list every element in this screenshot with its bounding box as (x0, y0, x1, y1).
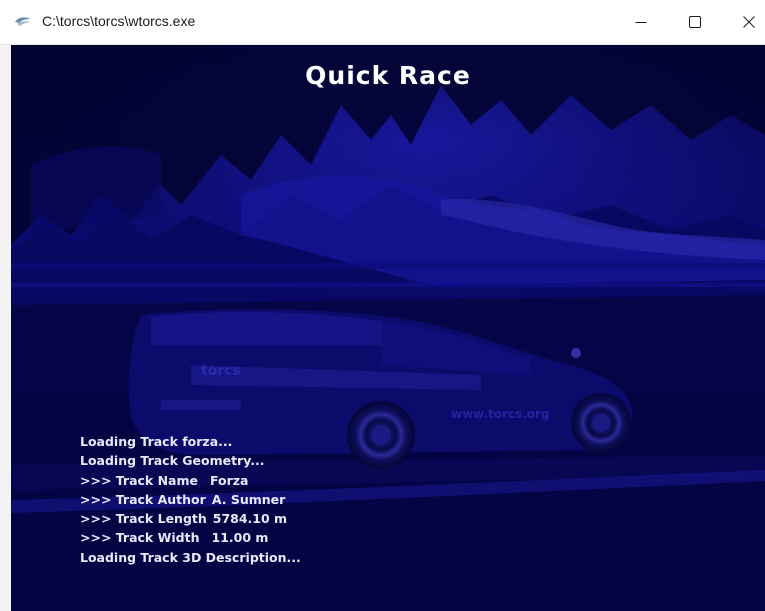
log-label: >>> Track Name (80, 472, 198, 488)
log-line-track-name: >>> Track Name Forza (80, 471, 301, 490)
track-author-value: A. Sumner (211, 491, 286, 507)
track-length-value: 5784.10 m (212, 511, 288, 527)
close-button[interactable] (726, 0, 765, 44)
game-viewport[interactable]: torcs www.torcs.org Quick Race Loading T… (11, 45, 765, 611)
minimize-button[interactable] (618, 0, 664, 44)
log-label: >>> Track Width (80, 530, 200, 546)
log-text: Loading Track forza... (80, 434, 233, 449)
app-window: C:\torcs\torcs\wtorcs.exe torcs www.torc… (0, 0, 765, 611)
maximize-icon (689, 16, 701, 28)
log-label: >>> Track Length (80, 511, 207, 527)
torcs-app-icon (15, 17, 31, 26)
log-line: Loading Track Geometry... (80, 451, 301, 470)
track-width-value: 11.00 m (211, 530, 269, 546)
close-icon (743, 16, 755, 28)
loading-log: Loading Track forza... Loading Track Geo… (80, 432, 301, 567)
log-label: >>> Track Author (80, 491, 206, 507)
track-name-value: Forza (210, 472, 249, 488)
log-line-track-length: >>> Track Length 5784.10 m (80, 509, 301, 528)
log-text: Loading Track 3D Description... (80, 549, 301, 565)
screen-title: Quick Race (305, 61, 471, 90)
window-title: C:\torcs\torcs\wtorcs.exe (42, 13, 196, 29)
log-line: Loading Track 3D Description... (80, 548, 301, 567)
log-text: Loading Track Geometry... (80, 453, 265, 469)
maximize-button[interactable] (672, 0, 718, 44)
log-line: Loading Track forza... (80, 432, 301, 451)
title-bar[interactable]: C:\torcs\torcs\wtorcs.exe (0, 0, 765, 45)
log-line-track-width: >>> Track Width 11.00 m (80, 528, 301, 547)
log-line-track-author: >>> Track Author A. Sumner (80, 490, 301, 509)
minimize-icon (635, 22, 647, 23)
